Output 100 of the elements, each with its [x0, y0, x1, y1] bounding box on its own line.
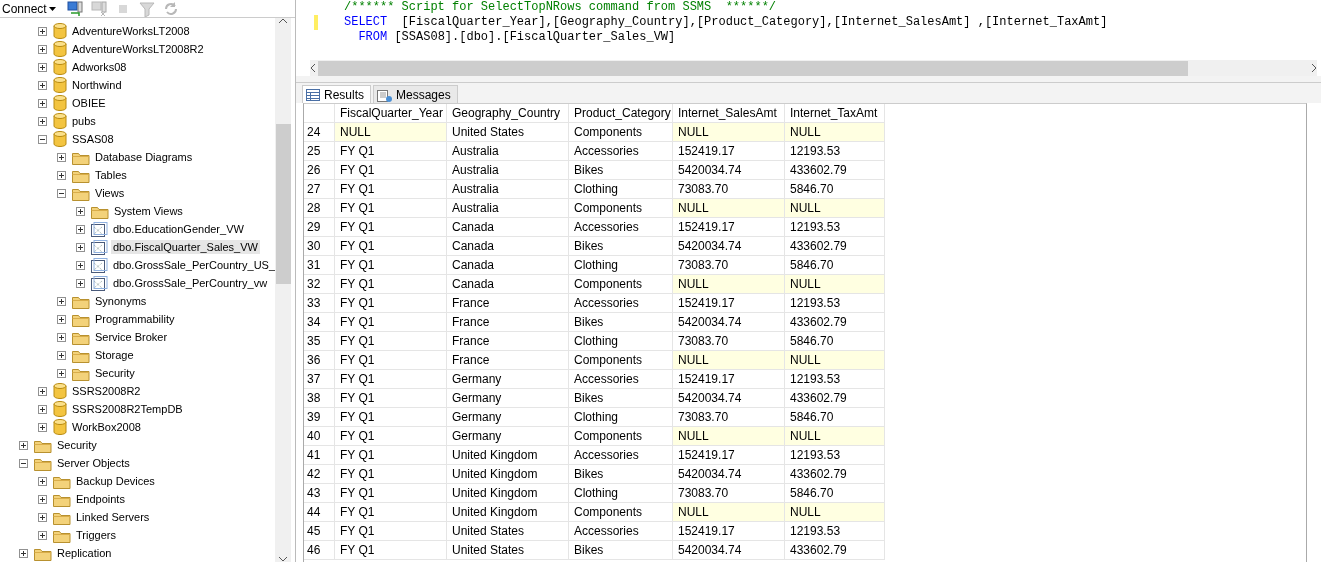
- tree-item[interactable]: System Views: [112, 204, 185, 218]
- column-header[interactable]: Geography_Country: [447, 104, 569, 123]
- tree-item[interactable]: Storage: [93, 348, 136, 362]
- toolbar-button[interactable]: [65, 0, 84, 17]
- results-tab[interactable]: Messages: [373, 85, 458, 103]
- row-number: 37: [304, 370, 335, 389]
- expand-toggle[interactable]: [76, 224, 85, 234]
- row-number: 43: [304, 484, 335, 503]
- view-icon: [91, 257, 108, 273]
- database-icon: [53, 41, 67, 57]
- tree-item[interactable]: pubs: [70, 114, 98, 128]
- tree-item[interactable]: Linked Servers: [74, 510, 152, 524]
- expand-toggle[interactable]: [38, 26, 47, 36]
- tree-item[interactable]: Synonyms: [93, 294, 149, 308]
- tree-item[interactable]: Views: [93, 186, 127, 200]
- table-cell: 433602.79: [785, 389, 885, 408]
- expand-toggle[interactable]: [38, 530, 47, 540]
- expand-toggle[interactable]: [38, 98, 47, 108]
- table-cell: United States: [447, 541, 569, 560]
- tree-item[interactable]: Replication: [55, 546, 114, 560]
- expand-toggle[interactable]: [38, 116, 47, 126]
- database-icon: [53, 419, 67, 435]
- expand-toggle[interactable]: [57, 332, 66, 342]
- tree-item[interactable]: dbo.FiscalQuarter_Sales_VW: [111, 240, 260, 254]
- tree-item[interactable]: SSRS2008R2TempDB: [70, 402, 185, 416]
- table-cell: Germany: [447, 427, 569, 446]
- expand-toggle[interactable]: [57, 350, 66, 360]
- expand-toggle[interactable]: [76, 260, 85, 270]
- row-number: 29: [304, 218, 335, 237]
- expand-toggle[interactable]: [19, 440, 28, 450]
- tree-item[interactable]: dbo.GrossSale_PerCountry_vw: [111, 276, 270, 290]
- expand-toggle[interactable]: [38, 476, 47, 486]
- expand-toggle[interactable]: [76, 242, 85, 252]
- expand-toggle[interactable]: [19, 548, 28, 558]
- row-number: 32: [304, 275, 335, 294]
- expand-toggle[interactable]: [38, 422, 47, 432]
- table-cell: 433602.79: [785, 465, 885, 484]
- scrollbar-thumb[interactable]: [275, 124, 291, 284]
- expand-toggle[interactable]: [38, 404, 47, 414]
- tree-item[interactable]: Tables: [93, 168, 129, 182]
- expand-toggle[interactable]: [38, 512, 47, 522]
- view-icon: [91, 239, 108, 255]
- table-cell: Germany: [447, 408, 569, 427]
- expand-toggle[interactable]: [57, 296, 66, 306]
- tree-item[interactable]: Programmability: [93, 312, 177, 326]
- tree-item[interactable]: Backup Devices: [74, 474, 157, 488]
- results-tab[interactable]: Results: [302, 85, 371, 103]
- table-cell: Australia: [447, 199, 569, 218]
- expand-toggle[interactable]: [57, 314, 66, 324]
- column-header[interactable]: FiscalQuarter_Year: [335, 104, 447, 123]
- expand-toggle[interactable]: [76, 278, 85, 288]
- column-header[interactable]: Internet_TaxAmt: [785, 104, 885, 123]
- vertical-scrollbar[interactable]: [275, 18, 291, 562]
- collapse-toggle[interactable]: [57, 188, 66, 198]
- column-header[interactable]: Internet_SalesAmt: [673, 104, 785, 123]
- tree-item[interactable]: Service Broker: [93, 330, 170, 344]
- database-icon: [53, 95, 67, 111]
- row-number: 31: [304, 256, 335, 275]
- expand-toggle[interactable]: [38, 62, 47, 72]
- connect-button[interactable]: Connect: [2, 1, 60, 16]
- tree-item[interactable]: OBIEE: [70, 96, 108, 110]
- table-cell: Australia: [447, 142, 569, 161]
- tree-item[interactable]: Endpoints: [74, 492, 127, 506]
- table-cell: Germany: [447, 370, 569, 389]
- table-cell: 152419.17: [673, 218, 785, 237]
- collapse-toggle[interactable]: [19, 458, 28, 468]
- tree-item[interactable]: Security: [55, 438, 99, 452]
- column-header[interactable]: Product_Category: [569, 104, 673, 123]
- table-cell: 152419.17: [673, 446, 785, 465]
- expand-toggle[interactable]: [38, 44, 47, 54]
- table-cell: Clothing: [569, 332, 673, 351]
- expand-toggle[interactable]: [76, 206, 85, 216]
- tree-item[interactable]: Security: [93, 366, 137, 380]
- collapse-toggle[interactable]: [38, 134, 47, 144]
- expand-toggle[interactable]: [38, 494, 47, 504]
- tree-item[interactable]: SSRS2008R2: [70, 384, 143, 398]
- tree-item[interactable]: dbo.EducationGender_VW: [111, 222, 246, 236]
- expand-toggle[interactable]: [38, 386, 47, 396]
- tree-item[interactable]: AdventureWorksLT2008R2: [70, 42, 206, 56]
- tree-item[interactable]: SSAS08: [70, 132, 116, 146]
- tree-item[interactable]: dbo.GrossSale_PerCountry_US_: [111, 258, 275, 272]
- tree-item[interactable]: Server Objects: [55, 456, 132, 470]
- table-cell: FY Q1: [335, 332, 447, 351]
- table-cell: NULL: [673, 275, 785, 294]
- tree-item[interactable]: AdventureWorksLT2008: [70, 24, 192, 38]
- table-cell: NULL: [785, 351, 885, 370]
- tree-item[interactable]: WorkBox2008: [70, 420, 143, 434]
- expand-toggle[interactable]: [57, 170, 66, 180]
- expand-toggle[interactable]: [57, 152, 66, 162]
- expand-toggle[interactable]: [57, 368, 66, 378]
- tree-item[interactable]: Adworks08: [70, 60, 129, 74]
- expand-toggle[interactable]: [38, 80, 47, 90]
- tree-item[interactable]: Triggers: [74, 528, 118, 542]
- tree-item[interactable]: Database Diagrams: [93, 150, 195, 164]
- table-cell: 12193.53: [785, 142, 885, 161]
- table-cell: Accessories: [569, 218, 673, 237]
- table-cell: Accessories: [569, 370, 673, 389]
- tree-item[interactable]: Northwind: [70, 78, 124, 92]
- row-number: 26: [304, 161, 335, 180]
- table-cell: NULL: [785, 275, 885, 294]
